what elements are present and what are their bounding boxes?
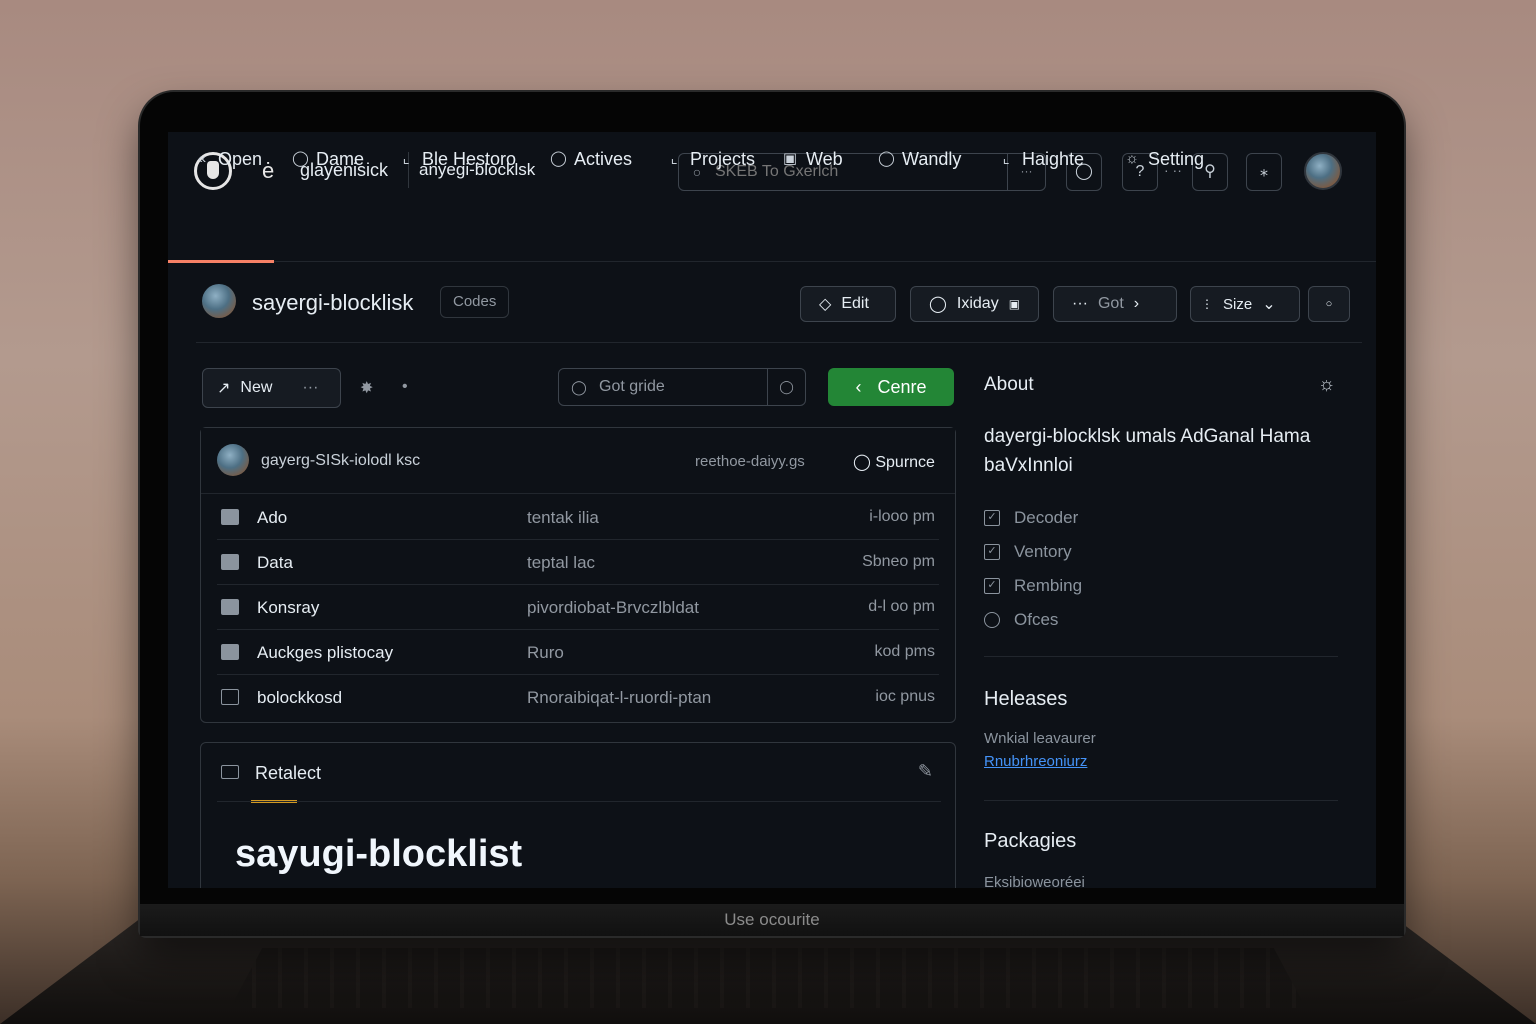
branches-icon[interactable]: ✸ [360, 378, 373, 398]
readme-heading: sayugi-blocklist [235, 833, 523, 875]
tab-wandly[interactable]: ◯ Wandly [878, 144, 961, 174]
screen: ė glayenisick anyegi-blocklsk ○ ··· ◯ ? … [168, 132, 1376, 888]
watch-button[interactable]: ◯ Ixiday ▣ [910, 286, 1039, 322]
chevron-down-icon: ⌄ [1262, 296, 1276, 313]
tab-open[interactable]: «Open [194, 144, 262, 174]
more-dots-icon: ··· [1072, 295, 1088, 312]
table-row[interactable]: Ado tentak ilia i-looo pm [217, 495, 939, 540]
table-row[interactable]: Auckges plistocay Ruro kod pms [217, 630, 939, 675]
code-button[interactable]: ‹ Cenre [828, 368, 954, 406]
gear-icon[interactable]: ☼ [1318, 374, 1335, 396]
chevron-right-icon: › [1133, 295, 1140, 312]
active-tab-underline [168, 260, 274, 263]
folder-icon [221, 644, 239, 660]
gear-icon: ☼ [1125, 150, 1139, 167]
notifications-button[interactable]: ⁎ [1246, 153, 1282, 191]
sidebar-divider [984, 800, 1338, 801]
eye-icon [984, 612, 1000, 628]
laptop-chin-label: Use ocourite [140, 904, 1404, 936]
commit-author-avatar[interactable] [217, 444, 249, 476]
tab-ble-hestoro[interactable]: ⌞ Ble Hestoro [398, 144, 516, 174]
repo-nav [168, 208, 1376, 262]
search-icon: ◯ [571, 378, 587, 395]
commit-message[interactable]: gayerg-SISk-iolodl ksc [261, 452, 420, 470]
go-to-file-box[interactable]: ◯ Got gride ◯ [558, 368, 806, 406]
star-button[interactable]: ⋮ Size ⌄ [1190, 286, 1300, 322]
table-row[interactable]: bolockkosd Rnoraibiqat-l-ruordi-ptan ioc… [217, 675, 939, 720]
go-to-file-input[interactable]: Got gride [599, 378, 767, 396]
commit-history-link[interactable]: ◯ Spurnce [853, 452, 935, 472]
user-avatar[interactable] [1304, 152, 1342, 190]
tab-web[interactable]: ▣ Web [782, 144, 843, 174]
eye-icon: ◯ [929, 296, 947, 313]
shortcut-icon: ◯ [767, 369, 805, 405]
star-dropdown-button[interactable]: ○ [1308, 286, 1350, 322]
latest-commit-row: gayerg-SISk-iolodl ksc reethoe-daiyy.gs … [201, 428, 955, 494]
file-list: gayerg-SISk-iolodl ksc reethoe-daiyy.gs … [200, 427, 956, 723]
tab-setting[interactable]: ☼ Setting [1124, 144, 1204, 174]
tags-icon[interactable]: • [402, 378, 408, 396]
search-input[interactable] [715, 163, 1007, 181]
book-icon: ▣ [782, 150, 798, 167]
packages-title[interactable]: Packagies [984, 830, 1076, 853]
issue-icon: ⚲ [1204, 163, 1216, 180]
pull-request-icon: ⌞ [402, 150, 410, 167]
folder-icon [221, 599, 239, 615]
star-icon: ⋮ [1201, 297, 1213, 311]
check-square-icon: ✓ [984, 544, 1000, 560]
counter-icon: ▣ [1008, 297, 1021, 311]
readme-panel: Retalect ✎ sayugi-blocklist [200, 742, 956, 888]
user-icon: ė [262, 158, 275, 183]
releases-title[interactable]: Heleases [984, 688, 1067, 711]
tab-haighte[interactable]: ⌞ Haighte [998, 144, 1084, 174]
graph-icon: ⌞ [1002, 150, 1010, 167]
releases-link[interactable]: Rnubrhreoniurz [984, 753, 1087, 770]
about-description: dayergi-blocklsk umals AdGanal Hama baVx… [984, 426, 1311, 476]
visibility-badge: Codes [440, 286, 510, 318]
table-row[interactable]: Konsray pivordiobat-Brvczlbldat d-l oo p… [217, 585, 939, 630]
circle-icon: ○ [1325, 298, 1333, 310]
table-icon: ⌞ [670, 150, 678, 167]
check-square-icon: ✓ [984, 578, 1000, 594]
pin-icon: ◇ [819, 296, 832, 313]
code-chevrons-icon: « [197, 150, 207, 167]
edit-button[interactable]: ◇ Edit [800, 286, 896, 322]
keyboard [230, 948, 1306, 1008]
new-branch-button[interactable]: ↗ New ··· [202, 368, 341, 408]
circle-dot-icon: ◯ [292, 150, 309, 167]
about-title: About [984, 374, 1034, 395]
packages-subtitle: Eksibioweoréei [984, 874, 1085, 888]
tab-actives[interactable]: ◯ Actives [550, 144, 632, 174]
play-circle-icon: ◯ [550, 150, 567, 167]
tab-projects[interactable]: ⌞ Projects [666, 144, 755, 174]
about-item[interactable]: ✓ Ventory [984, 542, 1072, 562]
table-row[interactable]: Data teptal lac Sbneo pm [217, 540, 939, 585]
shield-icon: ◯ [878, 150, 895, 167]
tab-dame[interactable]: ◯ Dame [292, 144, 364, 174]
repo-title[interactable]: sayergi-blocklisk [252, 290, 413, 316]
header-divider [196, 342, 1362, 343]
commit-hash[interactable]: reethoe-daiyy.gs [695, 453, 805, 470]
bell-icon: ⁎ [1260, 163, 1268, 180]
repo-owner-avatar[interactable] [202, 284, 236, 318]
folder-icon [221, 509, 239, 525]
file-icon [221, 689, 239, 705]
releases-subtitle: Wnkial leavaurer [984, 730, 1096, 747]
check-square-icon: ✓ [984, 510, 1000, 526]
sidebar-divider [984, 656, 1338, 657]
pencil-icon[interactable]: ✎ [918, 761, 933, 782]
fork-button[interactable]: ··· Got › [1053, 286, 1177, 322]
about-item[interactable]: Ofces [984, 610, 1058, 630]
book-icon [221, 765, 239, 779]
about-item[interactable]: ✓ Rembing [984, 576, 1082, 596]
about-item[interactable]: ✓ Decoder [984, 508, 1078, 528]
readme-tab[interactable]: Retalect [255, 763, 321, 784]
folder-icon [221, 554, 239, 570]
branch-icon: ↗ [217, 380, 231, 397]
readme-divider [217, 801, 941, 802]
chevron-left-icon: ‹ [855, 376, 862, 397]
